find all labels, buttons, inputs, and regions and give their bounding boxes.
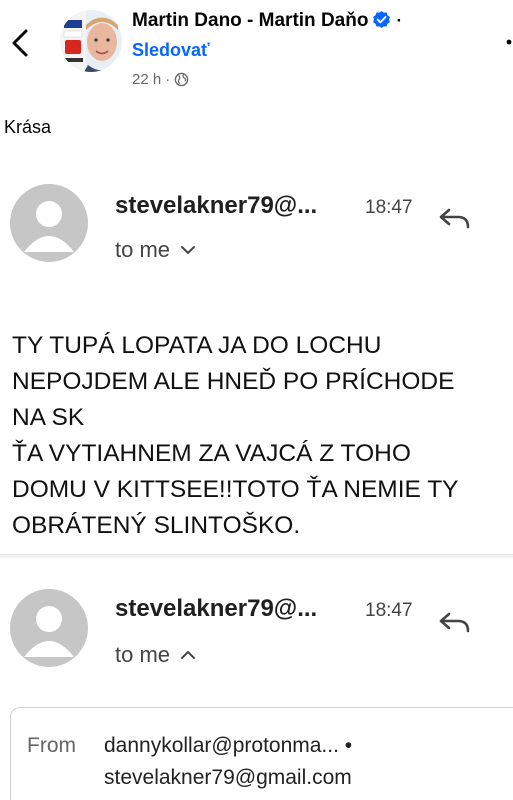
from-email[interactable]: stevelakner79@gmail.com xyxy=(104,766,352,790)
author-name-line[interactable]: Martin Dano - Martin Daňo · xyxy=(132,10,402,32)
recipient-toggle[interactable]: to me xyxy=(115,237,196,263)
sender-name[interactable]: stevelakner79@... xyxy=(115,595,317,623)
reply-button[interactable] xyxy=(438,610,472,636)
sender-avatar xyxy=(10,589,88,667)
author-avatar[interactable] xyxy=(60,10,122,72)
post-header: Martin Dano - Martin Daňo · Sledovať 22 h… xyxy=(0,0,513,100)
more-options-button[interactable] xyxy=(497,30,513,50)
message-details: From dannykollar@protonma... • stevelakn… xyxy=(10,707,513,800)
post-time[interactable]: 22 h xyxy=(132,71,161,88)
email-message: stevelakner79@... 18:47 to me From danny… xyxy=(0,558,513,800)
dots-icon xyxy=(506,39,512,45)
chevron-left-icon xyxy=(12,29,28,57)
verified-badge-icon xyxy=(372,10,391,29)
back-button[interactable] xyxy=(8,26,34,60)
follow-button[interactable]: Sledovať xyxy=(132,40,210,61)
email-message: stevelakner79@... 18:47 to me TY TUPÁ LO… xyxy=(0,150,513,555)
message-body: TY TUPÁ LOPATA JA DO LOCHU NEPOJDEM ALE … xyxy=(12,332,459,539)
reply-button[interactable] xyxy=(438,206,472,232)
post-caption: Krása xyxy=(4,117,52,137)
chevron-down-icon xyxy=(181,246,196,255)
to-me-label: to me xyxy=(115,642,171,667)
to-me-label: to me xyxy=(115,237,171,262)
author-name[interactable]: Martin Dano - Martin Daňo xyxy=(132,10,368,31)
globe-icon xyxy=(174,72,189,87)
author-photo xyxy=(60,10,122,72)
email-screenshot: stevelakner79@... 18:47 to me TY TUPÁ LO… xyxy=(0,150,513,800)
from-address[interactable]: dannykollar@protonma... • xyxy=(104,734,352,758)
message-time: 18:47 xyxy=(365,600,413,621)
chevron-up-icon xyxy=(181,650,196,659)
person-icon xyxy=(24,201,74,252)
recipient-toggle[interactable]: to me xyxy=(115,642,196,668)
reply-icon xyxy=(439,612,470,633)
person-icon xyxy=(24,606,74,657)
separator-dot: · xyxy=(396,11,403,30)
from-label: From xyxy=(27,734,76,757)
meta-dot: · xyxy=(165,71,171,88)
reply-icon xyxy=(439,208,470,229)
sender-name[interactable]: stevelakner79@... xyxy=(115,192,317,220)
post-meta: 22 h · xyxy=(132,71,189,88)
message-time: 18:47 xyxy=(365,197,413,218)
sender-avatar xyxy=(10,184,88,262)
